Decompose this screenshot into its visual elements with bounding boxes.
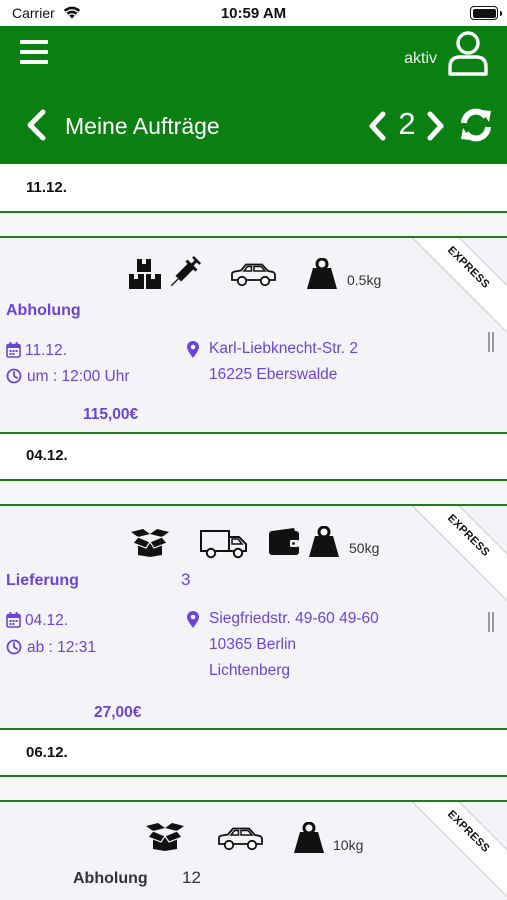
order-card[interactable]: EXPRESS 10kg Abholung 12 (0, 800, 507, 900)
location-pin-icon (187, 611, 199, 628)
order-price: 115,00€ (83, 406, 139, 423)
weight-icon (309, 526, 339, 557)
date-header-label: 04.12. (26, 447, 68, 464)
syringe-icon (170, 256, 201, 287)
address-line: 10365 Berlin (209, 636, 297, 653)
menu-icon[interactable] (20, 40, 48, 66)
truck-icon (200, 530, 247, 559)
spacer (0, 481, 507, 505)
status-label: aktiv (404, 50, 437, 67)
refresh-icon[interactable] (457, 106, 495, 144)
order-time: ab : 12:31 (27, 639, 96, 656)
express-badge: EXPRESS (398, 238, 507, 338)
chevron-left-icon[interactable] (24, 108, 48, 142)
clock-icon (6, 368, 22, 384)
order-address: Karl-Liebknecht-Str. 2 16225 Eberswalde (209, 336, 358, 388)
status-bar: Carrier 10:59 AM (0, 0, 507, 26)
open-box-icon (131, 529, 169, 557)
order-price: 27,00€ (94, 704, 142, 721)
page-number: 2 (398, 106, 416, 141)
date-header-label: 06.12. (26, 744, 68, 761)
weight-label: 0.5kg (347, 272, 382, 288)
clock-time: 10:59 AM (220, 5, 287, 22)
weight-icon (307, 258, 337, 289)
weight-icon (294, 822, 324, 853)
order-type-label: Lieferung (6, 572, 79, 589)
user-icon[interactable] (447, 30, 489, 76)
chevron-left-icon[interactable] (366, 110, 388, 142)
spacer (0, 213, 507, 237)
order-date: 04.12. (25, 612, 69, 629)
address-line: 16225 Eberswalde (209, 366, 338, 383)
page-title: Meine Aufträge (65, 113, 220, 139)
calendar-icon (6, 612, 21, 628)
calendar-icon (6, 342, 21, 358)
date-header: 04.12. (0, 432, 507, 481)
order-card[interactable]: EXPRESS 0.5kg Abholung 11.12. um: 12:00… (0, 236, 507, 432)
date-header-label: 11.12. (26, 179, 67, 196)
spacer (0, 777, 507, 801)
address-line: Karl-Liebknecht-Str. 2 (209, 340, 359, 357)
clock-icon (6, 639, 22, 655)
item-count: 3 (181, 570, 191, 589)
weight-label: 10kg (333, 837, 364, 853)
date-header: 11.12. (0, 164, 507, 213)
weight-label: 50kg (349, 540, 380, 556)
chevron-right-icon[interactable] (425, 110, 447, 142)
drag-handle[interactable] (488, 332, 494, 352)
app-header: aktiv Meine Aufträge 2 (0, 26, 507, 164)
wallet-icon (269, 528, 299, 555)
date-header: 06.12. (0, 728, 507, 777)
drag-handle[interactable] (488, 612, 494, 632)
item-count: 12 (182, 868, 201, 887)
order-date: 11.12. (25, 342, 67, 359)
car-icon (218, 827, 263, 851)
order-time: um : 12:00 Uhr (27, 368, 130, 385)
express-badge: EXPRESS (398, 802, 507, 900)
order-card[interactable]: EXPRESS 50kg Lieferung 3 04.12. ab : 12:… (0, 504, 507, 730)
location-pin-icon (187, 341, 199, 358)
order-address: Siegfriedstr. 49-60 49-60 10365 Berlin L… (209, 606, 379, 684)
express-badge: EXPRESS (398, 506, 507, 606)
order-type-label: Abholung (73, 870, 148, 887)
address-line: Lichtenberg (209, 662, 291, 679)
order-type-label: Abholung (6, 302, 81, 319)
battery-icon (470, 6, 502, 20)
boxes-icon (129, 259, 161, 289)
address-line: Siegfriedstr. 49-60 49-60 (209, 610, 379, 627)
open-box-icon (146, 823, 184, 851)
car-icon (231, 263, 276, 287)
